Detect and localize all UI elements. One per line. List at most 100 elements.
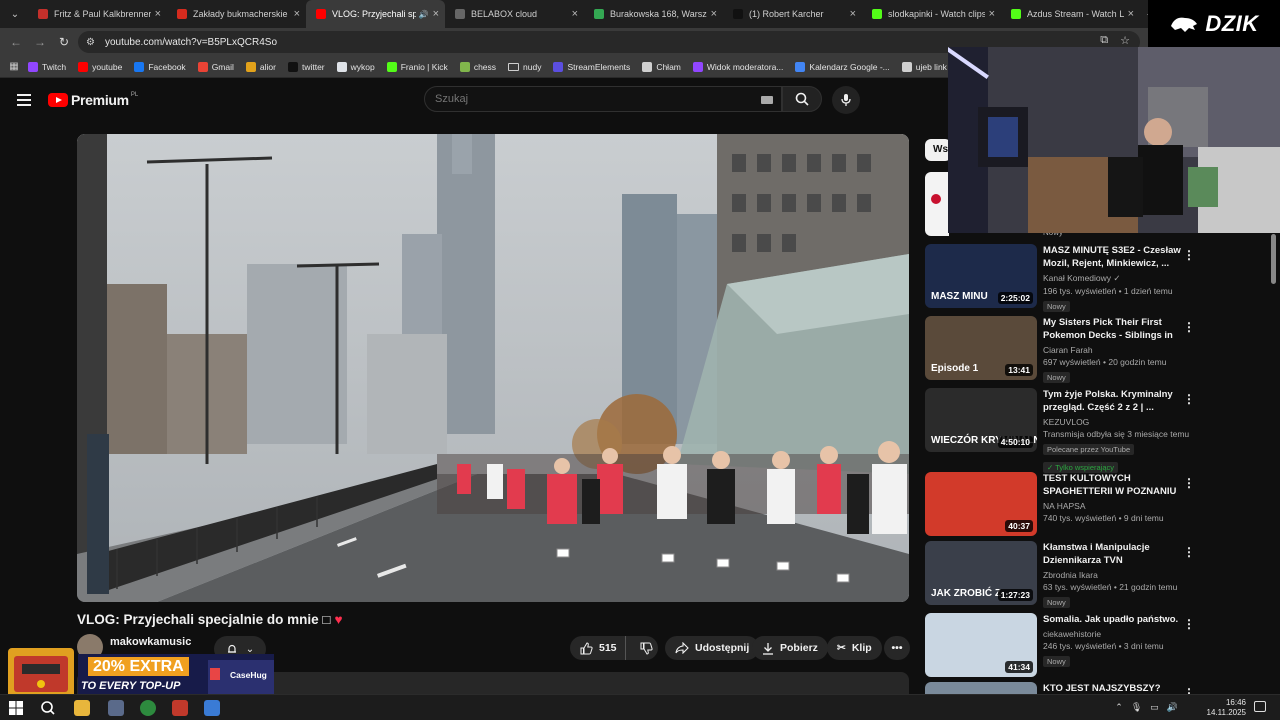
bookmark-item[interactable]: Franio | Kick: [386, 61, 448, 72]
more-vertical-icon[interactable]: ⋮: [1183, 320, 1195, 334]
close-tab-icon[interactable]: ×: [294, 8, 300, 20]
recommendation-thumbnail[interactable]: 40:37: [925, 472, 1037, 536]
more-vertical-icon[interactable]: ⋮: [1183, 545, 1195, 559]
recommendation-item[interactable]: MASZ MINU 2:25:02 MASZ MINUTĘ S3E2 - Czesł…: [925, 244, 1275, 316]
more-vertical-icon[interactable]: ⋮: [1183, 476, 1195, 490]
bookmark-item[interactable]: Gmail: [197, 61, 234, 72]
browser-tab[interactable]: Azdus Stream - Watch Li ×: [1001, 0, 1140, 28]
volume-icon[interactable]: 🔊: [1167, 702, 1178, 713]
recommendation-title[interactable]: MASZ MINUTĘ S3E2 - Czesław Mozil, Rejent…: [1043, 244, 1183, 270]
close-tab-icon[interactable]: ×: [572, 8, 578, 20]
recommendation-channel[interactable]: Kanał Komediowy ✓: [1043, 273, 1183, 284]
bookmark-item[interactable]: Kalendarz Google -...: [795, 61, 890, 72]
search-button[interactable]: [782, 86, 822, 112]
browser-tab[interactable]: Fritz & Paul Kalkbrenner ×: [28, 0, 167, 28]
install-app-icon[interactable]: ⧉: [1100, 34, 1108, 47]
forward-button[interactable]: →: [28, 35, 52, 49]
chevron-up-icon[interactable]: ⌃: [1115, 702, 1123, 713]
browser-tab[interactable]: (1) Robert Karcher ×: [723, 0, 862, 28]
recommendation-item[interactable]: 41:34 Somalia. Jak upadło państwo. ciekawe…: [925, 613, 1275, 685]
close-tab-icon[interactable]: ×: [433, 8, 439, 20]
browser-tab[interactable]: BELABOX cloud ×: [445, 0, 584, 28]
youtube-premium-logo[interactable]: Premium PL: [48, 92, 138, 108]
clock[interactable]: 16:46 14.11.2025: [1207, 698, 1246, 718]
notifications-icon[interactable]: [1254, 701, 1266, 712]
download-button[interactable]: Pobierz: [752, 636, 828, 660]
bookmark-item[interactable]: nudy: [508, 62, 541, 72]
dislike-button[interactable]: [632, 642, 661, 655]
recommendation-thumbnail[interactable]: MASZ MINU 2:25:02: [925, 244, 1037, 308]
bookmark-item[interactable]: twitter: [287, 61, 325, 72]
browser-tab[interactable]: slodkapinki - Watch clips ×: [862, 0, 1001, 28]
video-player[interactable]: [77, 134, 909, 602]
search-input[interactable]: [435, 93, 735, 105]
close-tab-icon[interactable]: ×: [1128, 8, 1134, 20]
browser-tab[interactable]: Burakowska 168, Warszaw ×: [584, 0, 723, 28]
recommendation-title[interactable]: Kłamstwa i Manipulacje Dziennikarza TVN: [1043, 541, 1183, 567]
recommendation-title[interactable]: Tym żyje Polska. Kryminalny przegląd. Cz…: [1043, 388, 1183, 414]
more-actions-button[interactable]: •••: [884, 636, 910, 660]
recommendation-thumbnail[interactable]: JAK ZROBIĆ Z 1:27:23: [925, 541, 1037, 605]
recommendation-item[interactable]: JAK ZROBIĆ Z 1:27:23 Kłamstwa i Manipulacj…: [925, 541, 1275, 613]
recommendation-title[interactable]: My Sisters Pick Their First Pokemon Deck…: [1043, 316, 1183, 342]
file-explorer-icon[interactable]: [74, 700, 90, 716]
chrome-icon[interactable]: [140, 700, 156, 716]
clip-button[interactable]: ✂ Klip: [827, 636, 882, 660]
network-icon[interactable]: ▭: [1150, 702, 1159, 713]
more-vertical-icon[interactable]: ⋮: [1183, 248, 1195, 262]
close-tab-icon[interactable]: ×: [989, 8, 995, 20]
bookmark-item[interactable]: Widok moderatora...: [692, 61, 783, 72]
share-button[interactable]: Udostępnij: [665, 636, 760, 660]
browser-tab[interactable]: Zakłady bukmacherskie B ×: [167, 0, 306, 28]
bookmark-item[interactable]: StreamElements: [553, 61, 630, 72]
recommendation-thumbnail[interactable]: WIECZÓR KRYMINALNY 4:50:10: [925, 388, 1037, 452]
search-icon[interactable]: [40, 700, 56, 716]
recommendation-item[interactable]: WIECZÓR KRYMINALNY 4:50:10 Tym żyje Polska…: [925, 388, 1275, 473]
sidebar-scrollbar[interactable]: [1271, 234, 1276, 284]
recommendation-thumbnail[interactable]: Episode 1 13:41: [925, 316, 1037, 380]
app-icon[interactable]: [108, 700, 124, 716]
bookmark-item[interactable]: Facebook: [134, 61, 186, 72]
bookmark-item[interactable]: chess: [459, 61, 496, 72]
bookmark-item[interactable]: alior: [245, 61, 276, 72]
recommendation-channel[interactable]: Ciaran Farah: [1043, 345, 1183, 355]
bookmark-star-icon[interactable]: ☆: [1120, 34, 1130, 47]
recommendation-channel[interactable]: KEZUVLOG: [1043, 417, 1183, 427]
bookmark-item[interactable]: Chłam: [642, 61, 681, 72]
back-button[interactable]: ←: [4, 35, 28, 49]
app-icon-2[interactable]: [204, 700, 220, 716]
browser-tab[interactable]: VLOG: Przyjechali spe 🔊 ×: [306, 0, 445, 28]
close-tab-icon[interactable]: ×: [850, 8, 856, 20]
close-tab-icon[interactable]: ×: [155, 8, 161, 20]
speaker-icon[interactable]: 🔊: [419, 10, 429, 19]
tab-search-button[interactable]: ⌄: [2, 3, 28, 25]
recommendation-item[interactable]: Episode 1 13:41 My Sisters Pick Their Firs…: [925, 316, 1275, 388]
obs-icon[interactable]: [172, 700, 188, 716]
recommendation-channel[interactable]: Zbrodnia Ikara: [1043, 570, 1183, 580]
close-tab-icon[interactable]: ×: [711, 8, 717, 20]
casehug-ad[interactable]: 20% EXTRA TO EVERY TOP-UP CaseHug: [8, 648, 274, 700]
keyboard-icon[interactable]: [761, 96, 773, 104]
apps-grid-icon[interactable]: ▦: [0, 61, 28, 72]
recommendation-item[interactable]: 40:37 TEST KULTOWYCH SPAGHETTERII W POZNA…: [925, 472, 1275, 544]
bookmark-item[interactable]: Twitch: [28, 61, 66, 72]
reload-button[interactable]: ↻: [52, 35, 76, 49]
bookmark-item[interactable]: wykop: [336, 61, 375, 72]
voice-search-button[interactable]: [832, 86, 860, 114]
recommendation-title[interactable]: TEST KULTOWYCH SPAGHETTERII W POZNANIU: [1043, 472, 1183, 498]
recommendation-thumbnail-partial[interactable]: [925, 172, 949, 236]
windows-start-icon[interactable]: [8, 700, 24, 716]
recommendation-channel[interactable]: NA HAPSA: [1043, 501, 1183, 511]
menu-icon[interactable]: [17, 94, 31, 106]
channel-name[interactable]: makowkamusic: [110, 636, 191, 648]
bookmark-item[interactable]: youtube: [78, 61, 122, 72]
recommendation-title[interactable]: Somalia. Jak upadło państwo.: [1043, 613, 1183, 626]
bookmark-item[interactable]: ujeb link: [901, 61, 947, 72]
like-button[interactable]: 515: [570, 636, 626, 660]
microphone-icon[interactable]: 🎙: [1131, 702, 1142, 713]
site-info-icon[interactable]: ⚙: [86, 37, 95, 48]
recommendation-thumbnail[interactable]: 41:34: [925, 613, 1037, 677]
more-vertical-icon[interactable]: ⋮: [1183, 617, 1195, 631]
recommendation-channel[interactable]: ciekawehistorie: [1043, 629, 1183, 639]
more-vertical-icon[interactable]: ⋮: [1183, 392, 1195, 406]
